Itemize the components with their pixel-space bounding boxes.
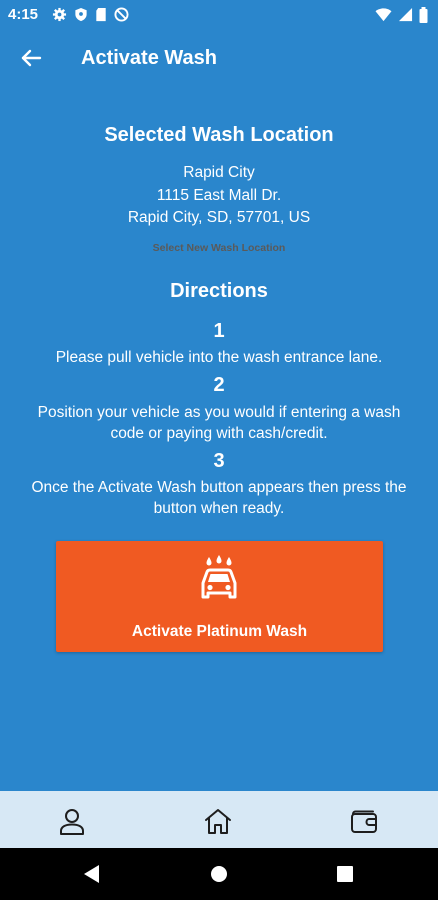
status-system-icons (375, 7, 428, 23)
step-text: Position your vehicle as you would if en… (37, 404, 401, 442)
bottom-nav (0, 791, 438, 848)
status-time: 4:15 (8, 6, 39, 23)
select-new-location-link[interactable]: Select New Wash Location (0, 242, 438, 254)
step-number: 1 (213, 320, 225, 342)
step-number: 3 (213, 450, 225, 472)
shield-icon (75, 7, 87, 22)
sd-card-icon (96, 7, 106, 22)
system-nav-bar (0, 848, 438, 900)
location-name: Rapid City (183, 164, 255, 181)
step-text: Once the Activate Wash button appears th… (31, 479, 407, 517)
signal-icon (398, 7, 413, 22)
step-text: Please pull vehicle into the wash entran… (55, 349, 383, 366)
location-street: 1115 East Mall Dr. (156, 187, 282, 204)
system-back-icon[interactable] (82, 863, 102, 885)
wallet-icon[interactable] (349, 806, 379, 836)
settings-icon (52, 7, 67, 22)
status-notification-icons (52, 7, 129, 22)
profile-icon[interactable] (57, 806, 87, 836)
page-title: Activate Wash (81, 47, 217, 69)
directions-title: Directions (170, 280, 268, 302)
home-icon[interactable] (203, 806, 233, 836)
step-number: 2 (213, 374, 225, 396)
wifi-icon (375, 8, 392, 22)
blocked-icon (114, 7, 129, 22)
system-home-icon[interactable] (210, 865, 228, 883)
status-bar: 4:15 (0, 0, 438, 30)
car-wash-icon (201, 555, 237, 599)
activate-wash-label: Activate Platinum Wash (131, 623, 308, 640)
app-header: Activate Wash (0, 30, 438, 88)
activate-wash-button[interactable]: Activate Platinum Wash (56, 541, 383, 652)
system-recents-icon[interactable] (337, 866, 353, 882)
battery-icon (419, 7, 428, 23)
location-city-line: Rapid City, SD, 57701, US (127, 209, 311, 226)
back-arrow-icon[interactable] (18, 44, 46, 72)
location-section-title: Selected Wash Location (104, 124, 334, 146)
